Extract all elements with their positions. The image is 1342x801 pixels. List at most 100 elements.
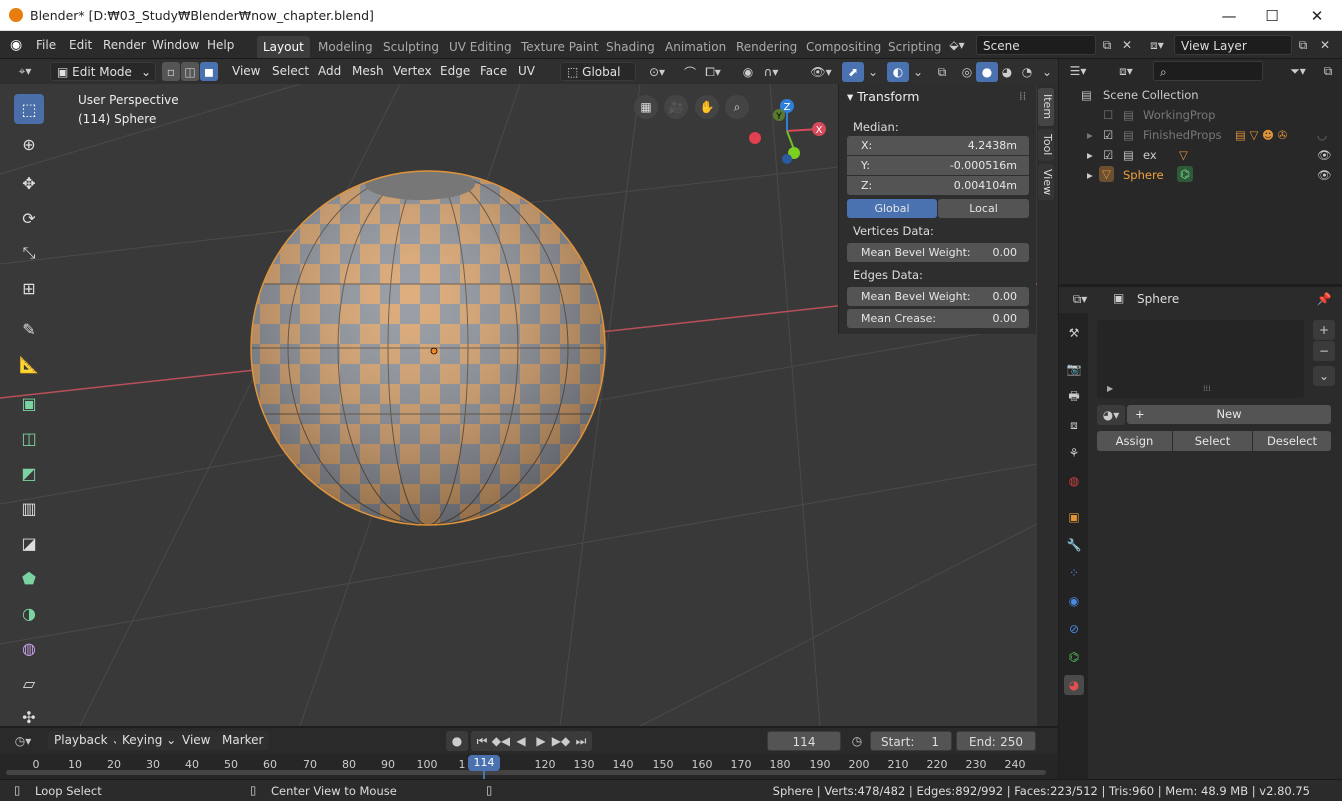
remove-slot-button[interactable]: −	[1313, 341, 1335, 361]
menu-mesh[interactable]: Mesh	[346, 62, 390, 81]
scene-icon[interactable]: ⚘	[1064, 443, 1084, 463]
transform-icon[interactable]: ⊞	[14, 273, 44, 303]
move-icon[interactable]: ✥	[14, 168, 44, 198]
menu-edge[interactable]: Edge	[434, 62, 477, 81]
proportional-edit-icon[interactable]: ◉	[737, 62, 759, 82]
filter-icon[interactable]: ⏷▾	[1287, 61, 1309, 81]
new-scene-icon[interactable]: ⧉	[1096, 35, 1118, 55]
constraints-icon[interactable]: ⊘	[1064, 619, 1084, 639]
tab-item[interactable]: Item	[1038, 88, 1054, 126]
record-icon[interactable]: ●	[446, 731, 468, 751]
properties-editor-type-icon[interactable]: ⧉▾	[1069, 289, 1091, 309]
tab-texture-paint[interactable]: Texture Paint	[515, 36, 604, 58]
median-x-field[interactable]: X: 4.2438m	[847, 136, 1029, 155]
tab-scripting[interactable]: Scripting	[882, 36, 947, 58]
modifier-wrench-icon[interactable]: 🔧	[1064, 535, 1084, 555]
tab-sculpting[interactable]: Sculpting	[377, 36, 445, 58]
menu-view[interactable]: View	[226, 62, 267, 81]
outliner-row-workingprop[interactable]: ☐ ▤ WorkingProp	[1059, 106, 1342, 126]
tab-shading[interactable]: Shading	[600, 36, 661, 58]
visibility-icon[interactable]: 👁▾	[810, 62, 832, 82]
particles-icon[interactable]: ⁘	[1064, 563, 1084, 583]
menu-file[interactable]: File	[36, 38, 56, 52]
rendered-shading-icon[interactable]: ◔	[1016, 62, 1038, 82]
world-icon[interactable]: ◍	[1064, 471, 1084, 491]
assign-button[interactable]: Assign	[1097, 431, 1172, 451]
extrude-region-icon[interactable]: ▣	[14, 388, 44, 418]
menu-select[interactable]: Select	[266, 62, 316, 81]
prev-keyframe-icon[interactable]: ◆◀	[490, 731, 512, 751]
slot-specials-icon[interactable]: ⌄	[1313, 366, 1335, 386]
tab-tool[interactable]: Tool	[1038, 129, 1054, 161]
overlays-options-icon[interactable]: ⌄	[907, 62, 929, 82]
maximize-button[interactable]: ☐	[1249, 0, 1295, 31]
delete-scene-icon[interactable]: ✕	[1116, 35, 1138, 55]
tool-settings-icon[interactable]: ⚒	[1064, 323, 1084, 343]
smooth-icon[interactable]: ◍	[14, 633, 44, 663]
close-button[interactable]: ✕	[1294, 0, 1340, 31]
menu-add[interactable]: Add	[312, 62, 348, 81]
scale-icon[interactable]: ⤡	[14, 238, 44, 268]
material-slot-list[interactable]	[1097, 320, 1304, 398]
material-icon[interactable]: ◕	[1064, 675, 1084, 695]
local-toggle[interactable]: Local	[938, 199, 1029, 218]
vertex-select-icon[interactable]: ▫	[162, 62, 180, 81]
delete-view-layer-icon[interactable]: ✕	[1314, 35, 1336, 55]
expand-arrow-icon[interactable]: ▸	[1087, 128, 1093, 142]
drag-handle-icon[interactable]: ⁞⁞	[1019, 89, 1026, 103]
menu-vertex[interactable]: Vertex	[387, 62, 438, 81]
mesh-data-icon[interactable]: ⌬	[1064, 647, 1084, 667]
physics-icon[interactable]: ◉	[1064, 591, 1084, 611]
jump-end-icon[interactable]: ⏭	[570, 731, 592, 751]
start-frame-field[interactable]: Start: 1	[870, 731, 952, 751]
exclude-checkbox[interactable]: ☑	[1103, 148, 1113, 162]
timeline-editor-type-icon[interactable]: ◷▾	[12, 731, 34, 751]
outliner-row-scene-collection[interactable]: ▤ Scene Collection	[1059, 86, 1342, 106]
pin-icon[interactable]: 📌	[1313, 289, 1335, 309]
play-reverse-icon[interactable]: ◀	[510, 731, 532, 751]
sphere-mesh[interactable]	[240, 164, 620, 534]
menu-uv[interactable]: UV	[512, 62, 541, 81]
preview-range-icon[interactable]: ◷	[846, 731, 868, 751]
falloff-icon[interactable]: ∩▾	[760, 62, 782, 82]
select-box-icon[interactable]: ⬚	[14, 94, 44, 124]
visibility-icon[interactable]: 👁	[1317, 148, 1332, 162]
exclude-checkbox[interactable]: ☑	[1103, 128, 1113, 142]
current-frame-marker[interactable]: 114	[468, 755, 500, 771]
pan-hand-icon[interactable]: ✋	[695, 95, 719, 119]
play-icon[interactable]: ▶	[530, 731, 552, 751]
mean-crease-field[interactable]: Mean Crease: 0.00	[847, 309, 1029, 328]
median-z-field[interactable]: Z: 0.004104m	[847, 176, 1029, 195]
material-shading-icon[interactable]: ◕	[996, 62, 1018, 82]
tab-rendering[interactable]: Rendering	[730, 36, 803, 58]
orientation-dropdown[interactable]: ⬚ Global	[560, 62, 636, 81]
expand-list-icon[interactable]: ▶	[1107, 384, 1113, 393]
render-icon[interactable]: 📷	[1064, 359, 1084, 379]
face-select-icon[interactable]: ◼	[200, 62, 218, 81]
view-layer-selector-icon[interactable]: ⧈▾	[1146, 35, 1168, 55]
outliner-row-ex[interactable]: ▸ ☑ ▤ ex ▽ 👁	[1059, 146, 1342, 166]
timeline-view-menu[interactable]: View	[176, 731, 217, 750]
spin-icon[interactable]: ◑	[14, 598, 44, 628]
tab-modeling[interactable]: Modeling	[312, 36, 379, 58]
tab-layout[interactable]: Layout	[257, 36, 310, 58]
menu-help[interactable]: Help	[207, 38, 234, 52]
mode-dropdown[interactable]: ▣ Edit Mode ⌄	[50, 62, 156, 81]
exclude-checkbox[interactable]: ☐	[1103, 108, 1113, 122]
keying-menu[interactable]: Keying ⌄	[116, 731, 183, 750]
annotate-icon[interactable]: ✎	[14, 314, 44, 344]
tab-view[interactable]: View	[1038, 164, 1054, 200]
expand-arrow-icon[interactable]: ▸	[1087, 148, 1093, 162]
minimize-button[interactable]: —	[1206, 0, 1252, 31]
navigation-gizmo[interactable]: Z X Y	[745, 96, 835, 186]
edge-select-icon[interactable]: ◫	[181, 62, 199, 81]
snap-toggle-icon[interactable]: ⌒	[679, 62, 701, 82]
object-icon[interactable]: ▣	[1064, 507, 1084, 527]
gizmo-toggle-icon[interactable]: ⬈	[842, 62, 864, 82]
editor-type-icon[interactable]: ⌖▾	[14, 61, 36, 81]
tab-compositing[interactable]: Compositing	[800, 36, 887, 58]
end-frame-field[interactable]: End: 250	[956, 731, 1036, 751]
deselect-button[interactable]: Deselect	[1253, 431, 1331, 451]
transform-header[interactable]: ▾ Transform	[847, 89, 919, 104]
knife-icon[interactable]: ◪	[14, 528, 44, 558]
